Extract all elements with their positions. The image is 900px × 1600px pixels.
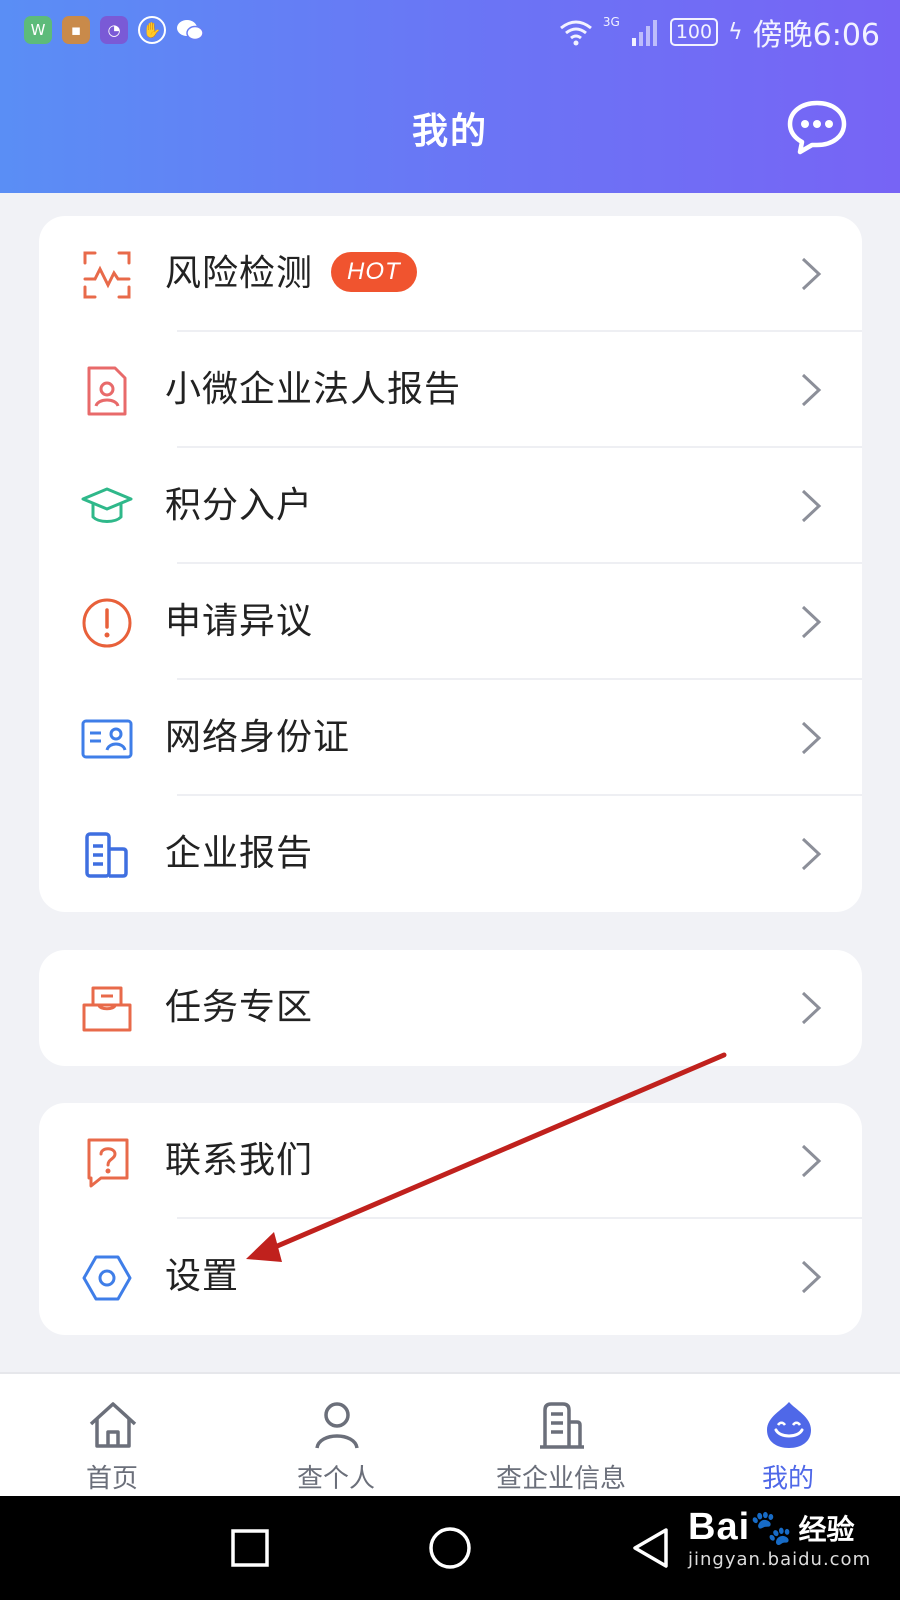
question-bubble-icon (87, 1138, 129, 1188)
menu-item-task-zone[interactable]: 任务专区 (39, 950, 862, 1066)
watermark-url: jingyan.baidu.com (688, 1549, 872, 1570)
mascot-icon (767, 1402, 811, 1448)
page-title: 我的 (411, 111, 488, 152)
task-card: 任务专区 (39, 950, 862, 1066)
status-indicators: 3G 100 ϟ 傍晚6:06 (559, 10, 880, 54)
tab-search-person[interactable]: 查个人 (256, 1374, 416, 1498)
recents-button-icon[interactable] (230, 1528, 270, 1568)
menu-item-label: 积分入户 (165, 485, 314, 526)
id-card-icon (81, 719, 133, 759)
menu-item-label: 网络身份证 (165, 717, 351, 758)
tab-label: 查个人 (296, 1464, 375, 1494)
primary-menu-card: 风险检测 HOT 小微企业法人报告 积分入户 申请异议 网络身份证 企业报告 (39, 216, 862, 912)
tab-mine[interactable]: 我的 (708, 1374, 868, 1498)
paw-icon: 🐾 (750, 1508, 793, 1548)
chevron-right-icon (801, 837, 822, 871)
header: W ▪ ◔ ✋ 3G 100 ϟ 傍晚6:06 我的 (0, 0, 900, 193)
wechat-app-icon (176, 16, 204, 44)
hand-app-icon: ✋ (138, 16, 166, 44)
notification-icons: W ▪ ◔ ✋ (24, 16, 204, 44)
menu-item-online-id[interactable]: 网络身份证 (39, 680, 862, 796)
tab-label: 查企业信息 (495, 1464, 626, 1494)
graduation-cap-icon (81, 487, 133, 523)
bottom-tab-bar: 首页 查个人 查企业信息 我的 (0, 1372, 900, 1496)
person-doc-icon (87, 366, 127, 416)
chevron-right-icon (801, 1144, 822, 1178)
person-icon (315, 1402, 359, 1449)
status-bar: W ▪ ◔ ✋ 3G 100 ϟ 傍晚6:06 (0, 0, 900, 60)
baidu-watermark: Bai🐾 经验 jingyan.baidu.com (688, 1506, 871, 1570)
menu-item-label: 风险检测 HOT (165, 216, 417, 332)
battery-indicator: 100 (669, 18, 719, 46)
menu-item-objection[interactable]: 申请异议 (39, 564, 862, 680)
chevron-right-icon (801, 489, 822, 523)
menu-item-enterprise-report[interactable]: 企业报告 (39, 796, 862, 912)
watermark-brand-tail: 经验 (798, 1513, 855, 1546)
menu-item-small-business-report[interactable]: 小微企业法人报告 (39, 332, 862, 448)
exclamation-circle-icon (82, 598, 132, 648)
building-icon (540, 1402, 584, 1449)
building-doc-icon (85, 832, 128, 878)
tab-home[interactable]: 首页 (32, 1374, 192, 1498)
menu-item-points-settlement[interactable]: 积分入户 (39, 448, 862, 564)
back-button-icon[interactable] (630, 1526, 670, 1570)
menu-item-risk-detection[interactable]: 风险检测 HOT (39, 216, 862, 332)
menu-item-label: 任务专区 (165, 987, 314, 1028)
home-button-icon[interactable] (428, 1526, 472, 1570)
menu-item-settings[interactable]: 设置 (39, 1219, 862, 1335)
network-type: 3G (602, 15, 620, 29)
menu-item-label: 小微企业法人报告 (165, 369, 462, 410)
clock: 傍晚6:06 (752, 18, 880, 53)
chevron-right-icon (801, 721, 822, 755)
signal-icon (631, 20, 657, 46)
message-bubble-icon[interactable] (786, 98, 848, 156)
wifi-icon (559, 20, 592, 46)
menu-item-label: 联系我们 (165, 1140, 314, 1181)
menu-item-label: 申请异议 (165, 601, 314, 642)
support-card: 联系我们 设置 (39, 1103, 862, 1335)
box-app-icon: ▪ (62, 16, 90, 44)
wallet-app-icon: W (24, 16, 52, 44)
pie-app-icon: ◔ (100, 16, 128, 44)
tab-label: 首页 (85, 1464, 138, 1494)
hexagon-gear-icon (82, 1255, 132, 1301)
menu-item-contact-us[interactable]: 联系我们 (39, 1103, 862, 1219)
chevron-right-icon (801, 605, 822, 639)
watermark-brand: Bai (688, 1506, 751, 1548)
system-navigation-bar: Bai🐾 经验 jingyan.baidu.com (0, 1496, 900, 1600)
tab-search-enterprise[interactable]: 查企业信息 (481, 1374, 641, 1498)
menu-item-label: 设置 (165, 1256, 240, 1297)
charging-icon: ϟ (728, 19, 743, 45)
chevron-right-icon (801, 1260, 822, 1294)
home-icon (89, 1402, 137, 1448)
chevron-right-icon (801, 257, 822, 291)
menu-item-label: 企业报告 (165, 833, 314, 874)
chevron-right-icon (801, 991, 822, 1025)
risk-detection-label: 风险检测 (165, 253, 314, 294)
tab-label: 我的 (761, 1464, 814, 1494)
inbox-tray-icon (82, 986, 132, 1032)
pulse-scan-icon (83, 251, 131, 299)
hot-badge: HOT (331, 252, 417, 292)
chevron-right-icon (801, 373, 822, 407)
